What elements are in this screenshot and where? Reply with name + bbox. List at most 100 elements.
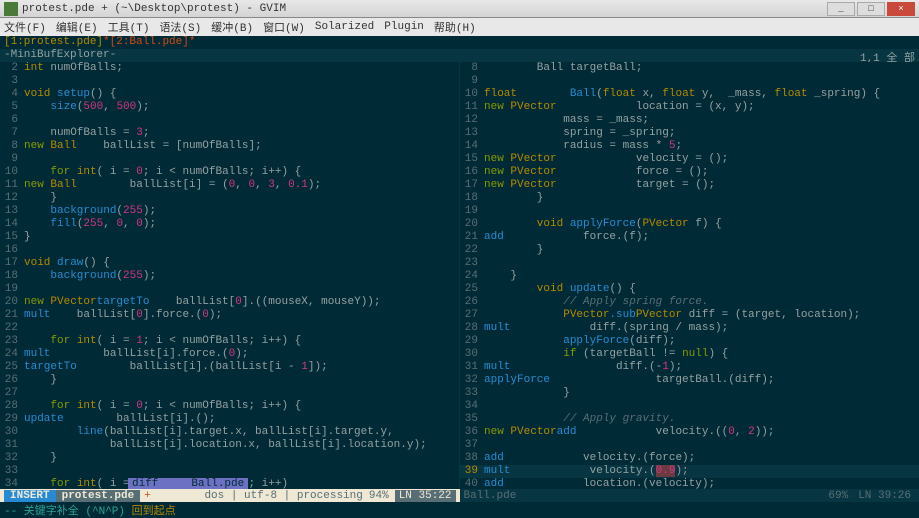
close-button[interactable]: ×: [887, 2, 915, 16]
code-line[interactable]: 12 }: [0, 192, 459, 205]
code-line[interactable]: 13 spring = _spring;: [460, 127, 919, 140]
code-line[interactable]: 35 // Apply gravity.: [460, 413, 919, 426]
code-line[interactable]: 30 if (targetBall != null) {: [460, 348, 919, 361]
code-line[interactable]: 26 }: [0, 374, 459, 387]
code-line[interactable]: 11new Ball ballList[i] = (0, 0, 3, 0.1);: [0, 179, 459, 192]
code-line[interactable]: 23 for int( i = 1; i < numOfBalls; i++) …: [0, 335, 459, 348]
code-line[interactable]: 36new PVectoradd velocity.((0, 2));: [460, 426, 919, 439]
editor-pane-left[interactable]: 2int numOfBalls;34void setup() {5 size(5…: [0, 62, 460, 489]
code-line[interactable]: 28mult diff.(spring / mass);: [460, 322, 919, 335]
menu-plugin[interactable]: Plugin: [384, 21, 424, 33]
code-line[interactable]: 31 ballList[i].location.x, ballList[i].l…: [0, 439, 459, 452]
editor-pane-right[interactable]: 8 Ball targetBall;910float Ball(float x,…: [460, 62, 919, 489]
code-line[interactable]: 3: [0, 75, 459, 88]
code-line[interactable]: 4void setup() {: [0, 88, 459, 101]
minibuf-explorer: -MiniBufExplorer- 1,1 全 部: [0, 49, 919, 62]
code-line[interactable]: 19: [460, 205, 919, 218]
code-line[interactable]: 37: [460, 439, 919, 452]
position-left: LN 35:22: [395, 490, 456, 502]
code-line[interactable]: 8 Ball targetBall;: [460, 62, 919, 75]
code-line[interactable]: 10 for int( i = 0; i < numOfBalls; i++) …: [0, 166, 459, 179]
code-line[interactable]: 21mult ballList[0].force.(0);: [0, 309, 459, 322]
code-line[interactable]: 18 }: [460, 192, 919, 205]
code-line[interactable]: 32applyForce targetBall.(diff);: [460, 374, 919, 387]
code-line[interactable]: 24 }: [460, 270, 919, 283]
menu-edit[interactable]: 编辑(E): [56, 19, 98, 35]
menu-file[interactable]: 文件(F): [4, 19, 46, 35]
code-line[interactable]: 25 void update() {: [460, 283, 919, 296]
code-line[interactable]: 16: [0, 244, 459, 257]
completion-popup[interactable]: diff Ball.pdedisplay Ball.pde: [128, 478, 248, 489]
code-line[interactable]: 22 }: [460, 244, 919, 257]
code-line[interactable]: 20 void applyForce(PVector f) {: [460, 218, 919, 231]
code-line[interactable]: 27 PVector.subPVector diff = (target, lo…: [460, 309, 919, 322]
buffer-1[interactable]: [1:protest.pde]: [4, 36, 103, 48]
code-line[interactable]: 26 // Apply spring force.: [460, 296, 919, 309]
statusbar-right: Ball.pde 69% LN 39:26: [460, 489, 919, 502]
menu-window[interactable]: 窗口(W): [263, 19, 305, 35]
code-line[interactable]: 20new PVectortargetTo ballList[0].((mous…: [0, 296, 459, 309]
code-line[interactable]: 33 }: [460, 387, 919, 400]
code-line[interactable]: 2int numOfBalls;: [0, 62, 459, 75]
titlebar: protest.pde + (~\Desktop\protest) - GVIM…: [0, 0, 919, 18]
menu-buffers[interactable]: 缓冲(B): [211, 19, 253, 35]
code-line[interactable]: 39mult velocity.(0.9);: [460, 465, 919, 478]
code-line[interactable]: 32 }: [0, 452, 459, 465]
insert-msg: -- 关键字补全 (^N^P): [4, 506, 132, 518]
code-line[interactable]: 33: [0, 465, 459, 478]
window-controls: _ □ ×: [827, 2, 915, 16]
code-line[interactable]: 40add location.(velocity);: [460, 478, 919, 489]
window-title: protest.pde + (~\Desktop\protest) - GVIM: [22, 3, 827, 15]
code-line[interactable]: 14 radius = mass * 5;: [460, 140, 919, 153]
code-line[interactable]: 5 size(500, 500);: [0, 101, 459, 114]
completion-item[interactable]: diff Ball.pde: [128, 478, 248, 489]
code-line[interactable]: 17new PVector target = ();: [460, 179, 919, 192]
code-line[interactable]: 6: [0, 114, 459, 127]
menu-syntax[interactable]: 语法(S): [159, 19, 201, 35]
code-line[interactable]: 11new PVector location = (x, y);: [460, 101, 919, 114]
code-line[interactable]: 38add velocity.(force);: [460, 452, 919, 465]
menu-help[interactable]: 帮助(H): [434, 19, 476, 35]
percent-right: 69%: [828, 490, 848, 502]
code-line[interactable]: 34: [460, 400, 919, 413]
code-line[interactable]: 7 numOfBalls = 3;: [0, 127, 459, 140]
menu-solarized[interactable]: Solarized: [315, 21, 374, 33]
code-line[interactable]: 25targetTo ballList[i].(ballList[i - 1])…: [0, 361, 459, 374]
code-line[interactable]: 16new PVector force = ();: [460, 166, 919, 179]
code-line[interactable]: 21add force.(f);: [460, 231, 919, 244]
position-right: LN 39:26: [854, 490, 915, 502]
minimize-button[interactable]: _: [827, 2, 855, 16]
buffer-2[interactable]: *[2:Ball.pde]*: [103, 36, 195, 48]
statusbar-row: INSERT protest.pde + dos | utf-8 | proce…: [0, 489, 919, 502]
code-line[interactable]: 28 for int( i = 0; i < numOfBalls; i++) …: [0, 400, 459, 413]
code-line[interactable]: 14 fill(255, 0, 0);: [0, 218, 459, 231]
menubar: 文件(F) 编辑(E) 工具(T) 语法(S) 缓冲(B) 窗口(W) Sola…: [0, 18, 919, 36]
code-line[interactable]: 12 mass = _mass;: [460, 114, 919, 127]
code-line[interactable]: 15new PVector velocity = ();: [460, 153, 919, 166]
menu-tools[interactable]: 工具(T): [108, 19, 150, 35]
code-line[interactable]: 27: [0, 387, 459, 400]
code-line[interactable]: 29update ballList[i].();: [0, 413, 459, 426]
code-line[interactable]: 23: [460, 257, 919, 270]
code-line[interactable]: 15}: [0, 231, 459, 244]
code-line[interactable]: 29 applyForce(diff);: [460, 335, 919, 348]
mbe-label: -MiniBufExplorer-: [4, 49, 116, 62]
code-line[interactable]: 13 background(255);: [0, 205, 459, 218]
code-line[interactable]: 18 background(255);: [0, 270, 459, 283]
code-line[interactable]: 10float Ball(float x, float y, _mass, fl…: [460, 88, 919, 101]
maximize-button[interactable]: □: [857, 2, 885, 16]
code-line[interactable]: 31mult diff.(-1);: [460, 361, 919, 374]
insert-hl: 回到起点: [132, 506, 176, 518]
percent-left: 94%: [369, 490, 389, 502]
code-line[interactable]: 19: [0, 283, 459, 296]
buffer-tabs: [1:protest.pde]*[2:Ball.pde]*: [0, 36, 919, 49]
code-line[interactable]: 24mult ballList[i].force.(0);: [0, 348, 459, 361]
code-line[interactable]: 9: [0, 153, 459, 166]
code-line[interactable]: 8new Ball ballList = [numOfBalls];: [0, 140, 459, 153]
encoding: dos | utf-8 | processing: [204, 490, 362, 502]
code-line[interactable]: 9: [460, 75, 919, 88]
filename-left: protest.pde: [56, 490, 141, 502]
code-line[interactable]: 17void draw() {: [0, 257, 459, 270]
code-line[interactable]: 30 line(ballList[i].target.x, ballList[i…: [0, 426, 459, 439]
code-line[interactable]: 22: [0, 322, 459, 335]
